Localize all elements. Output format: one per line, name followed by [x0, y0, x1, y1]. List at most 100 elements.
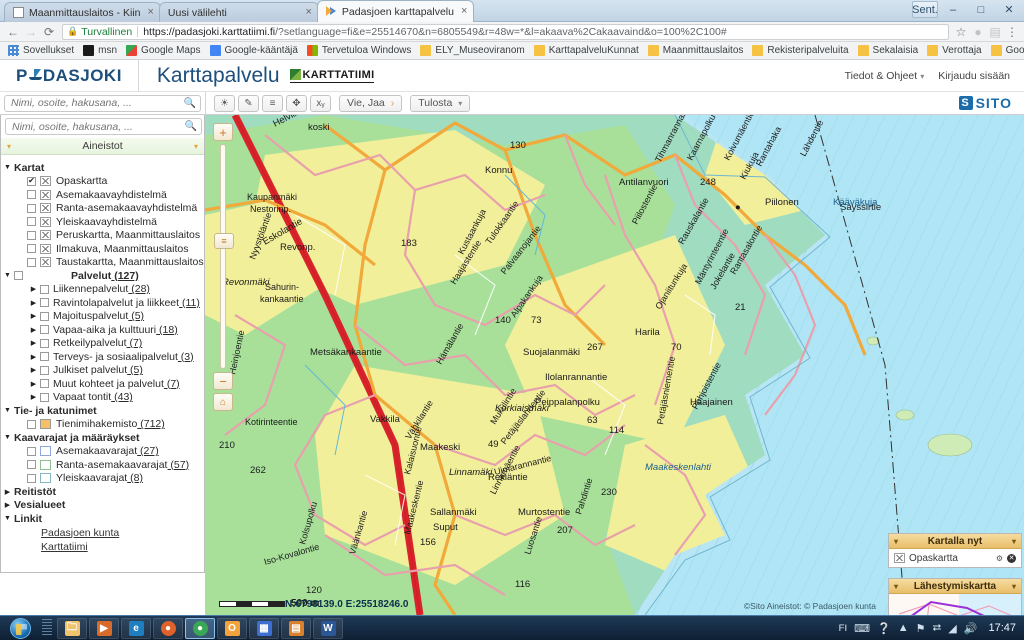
address-bar[interactable]: 🔒 Turvallinen https://padasjoki.karttati… [62, 23, 949, 40]
minimize-button[interactable]: – [940, 1, 966, 18]
taskbar-app-button[interactable]: ▶ [89, 617, 119, 639]
layer-checkbox[interactable] [27, 419, 36, 429]
measure-pen-tool-button[interactable]: ✎ [238, 94, 259, 112]
expand-arrow-right-icon[interactable]: ▶ [27, 312, 40, 320]
layer-item[interactable]: Peruskartta, Maanmittauslaitos [1, 229, 204, 243]
layer-checkbox[interactable]: ✔ [27, 176, 36, 186]
tab-close-icon[interactable]: × [305, 7, 311, 18]
browser-tab-3[interactable]: Padasjoen karttapalvelu × [316, 0, 475, 22]
search-icon[interactable]: 🔍 [184, 98, 196, 109]
volume-icon[interactable]: 🔊 [964, 622, 978, 635]
tab-close-icon[interactable]: × [147, 7, 153, 18]
bookmark-item[interactable]: Tervetuloa Windows [303, 43, 415, 59]
taskbar-app-button[interactable]: e [121, 617, 151, 639]
zoom-slider-handle[interactable]: ≡ [214, 233, 234, 249]
expand-arrow-down-icon[interactable]: ▼ [1, 407, 14, 414]
layer-checkbox[interactable] [40, 298, 49, 308]
padasjoki-logo[interactable]: P DASJOKI [0, 59, 139, 92]
profile-icon[interactable]: ● [970, 25, 986, 39]
reload-icon[interactable]: ⟳ [40, 25, 58, 39]
close-icon[interactable]: ✕ [1007, 553, 1016, 563]
tab-close-icon[interactable]: × [461, 6, 467, 17]
layer-item[interactable]: Asemakaavayhdistelmä [1, 188, 204, 202]
layer-checkbox[interactable] [27, 473, 36, 483]
print-button[interactable]: Tulosta ▾ [410, 94, 471, 112]
taskbar-app-button[interactable]: 🗀 [57, 617, 87, 639]
show-hidden-icons-icon[interactable]: ▲ [898, 622, 909, 634]
search-input-sidebar[interactable] [10, 119, 185, 134]
layer-checkbox[interactable] [40, 325, 49, 335]
layer-item[interactable]: Taustakartta, Maanmittauslaitos [1, 256, 204, 270]
sidebar-link[interactable]: Karttatiimi [1, 540, 204, 554]
clock[interactable]: 17:47 [984, 622, 1016, 634]
chevron-down-icon[interactable]: ▾ [7, 142, 11, 151]
expand-arrow-down-icon[interactable]: ▼ [1, 434, 14, 441]
karttatiimi-logo[interactable]: KARTTATIIMI [289, 69, 375, 83]
expand-arrow-right-icon[interactable]: ▶ [27, 285, 40, 293]
close-button[interactable]: ✕ [996, 1, 1022, 18]
layer-checkbox[interactable] [27, 244, 36, 254]
layer-checkbox[interactable] [14, 271, 23, 281]
taskbar-app-button[interactable]: ▤ [281, 617, 311, 639]
bookmark-item[interactable]: msn [79, 43, 121, 59]
layer-item[interactable]: ▶ Muut kohteet ja palvelut (7) [1, 377, 204, 391]
taskbar-app-button[interactable]: ● [185, 617, 215, 639]
layer-item[interactable]: ▶ Terveys- ja sosiaalipalvelut (3) [1, 350, 204, 364]
on-map-panel-header[interactable]: ▾ Kartalla nyt ▾ [889, 534, 1021, 549]
chevron-down-icon[interactable]: ▾ [894, 582, 898, 591]
bookmark-item[interactable]: Sovellukset [4, 43, 78, 59]
expand-arrow-right-icon[interactable]: ▶ [1, 488, 14, 496]
layer-checkbox[interactable] [27, 190, 36, 200]
layer-group[interactable]: ▼ Tie- ja katunimet [1, 404, 204, 418]
layer-checkbox[interactable] [40, 311, 49, 321]
expand-arrow-right-icon[interactable]: ▶ [1, 501, 14, 509]
chevron-down-icon[interactable]: ▾ [1012, 582, 1016, 591]
layer-checkbox[interactable] [40, 284, 49, 294]
overview-map-header[interactable]: ▾ Lähestymiskartta ▾ [889, 579, 1021, 594]
layer-item[interactable]: Ranta-asemakaavayhdistelmä [1, 202, 204, 216]
layer-checkbox[interactable] [27, 446, 36, 456]
signal-icon[interactable]: ◢ [948, 622, 956, 635]
sidebar-search-box[interactable]: 🔍 [5, 118, 202, 135]
layer-item[interactable]: ▶ Vapaat tontit (43) [1, 391, 204, 405]
bookmark-item[interactable]: Sekalaisia [854, 43, 923, 59]
sync-icon[interactable]: ⮂ [932, 622, 941, 635]
layer-item[interactable]: ▶ Vapaa-aika ja kulttuuri (18) [1, 323, 204, 337]
expand-arrow-right-icon[interactable]: ▶ [27, 366, 40, 374]
layer-item[interactable]: ▶ Liikennepalvelut (28) [1, 283, 204, 297]
layer-item[interactable]: ▶ Ravintolapalvelut ja liikkeet (11) [1, 296, 204, 310]
extension-icon[interactable]: ▤ [987, 25, 1003, 39]
search-box[interactable]: 🔍 [4, 94, 201, 112]
layer-item[interactable]: Ranta-asemakaavarajat (57) [1, 458, 204, 472]
expand-arrow-right-icon[interactable]: ▶ [27, 299, 40, 307]
bookmark-item[interactable]: Google-kääntäjä [206, 43, 302, 59]
expand-arrow-right-icon[interactable]: ▶ [27, 393, 40, 401]
layer-item[interactable]: ▶ Julkiset palvelut (5) [1, 364, 204, 378]
chevron-down-icon[interactable]: ▾ [894, 537, 898, 546]
network-icon[interactable]: ⚑ [916, 622, 926, 635]
layer-group[interactable]: ▼ Kartat [1, 161, 204, 175]
forward-icon[interactable]: → [22, 25, 40, 39]
back-icon[interactable]: ← [4, 25, 22, 39]
layer-group[interactable]: ▶ Reitistöt [1, 485, 204, 499]
expand-arrow-right-icon[interactable]: ▶ [27, 353, 40, 361]
layer-checkbox[interactable] [40, 352, 49, 362]
layer-group[interactable]: ▼ Linkit [1, 512, 204, 526]
zoom-in-button[interactable]: + [213, 123, 233, 141]
bookmark-item[interactable]: Maanmittauslaitos [644, 43, 748, 59]
layer-group[interactable]: ▼ Kaavarajat ja määräykset [1, 431, 204, 445]
layer-item[interactable]: Yleiskaavayhdistelmä [1, 215, 204, 229]
bookmark-item[interactable]: Google Maps [122, 43, 204, 59]
sidebar-link-label[interactable]: Karttatiimi [41, 541, 88, 553]
keyboard-icon[interactable]: ⌨ [854, 622, 870, 635]
layer-item[interactable]: Asemakaavarajat (27) [1, 445, 204, 459]
expand-arrow-down-icon[interactable]: ▼ [1, 515, 14, 522]
layer-checkbox[interactable] [27, 217, 36, 227]
expand-arrow-right-icon[interactable]: ▶ [27, 380, 40, 388]
search-icon[interactable]: 🔍 [185, 121, 197, 132]
overview-map-canvas[interactable]: Virmaila Arrakoski Vesijako PADASJOKI Au… [889, 594, 1021, 615]
restore-button[interactable]: Sent. [912, 1, 938, 18]
legend-tool-button[interactable]: ≡ [262, 94, 283, 112]
chevron-down-icon[interactable]: ▾ [1012, 537, 1016, 546]
layer-item[interactable]: Ilmakuva, Maanmittauslaitos [1, 242, 204, 256]
